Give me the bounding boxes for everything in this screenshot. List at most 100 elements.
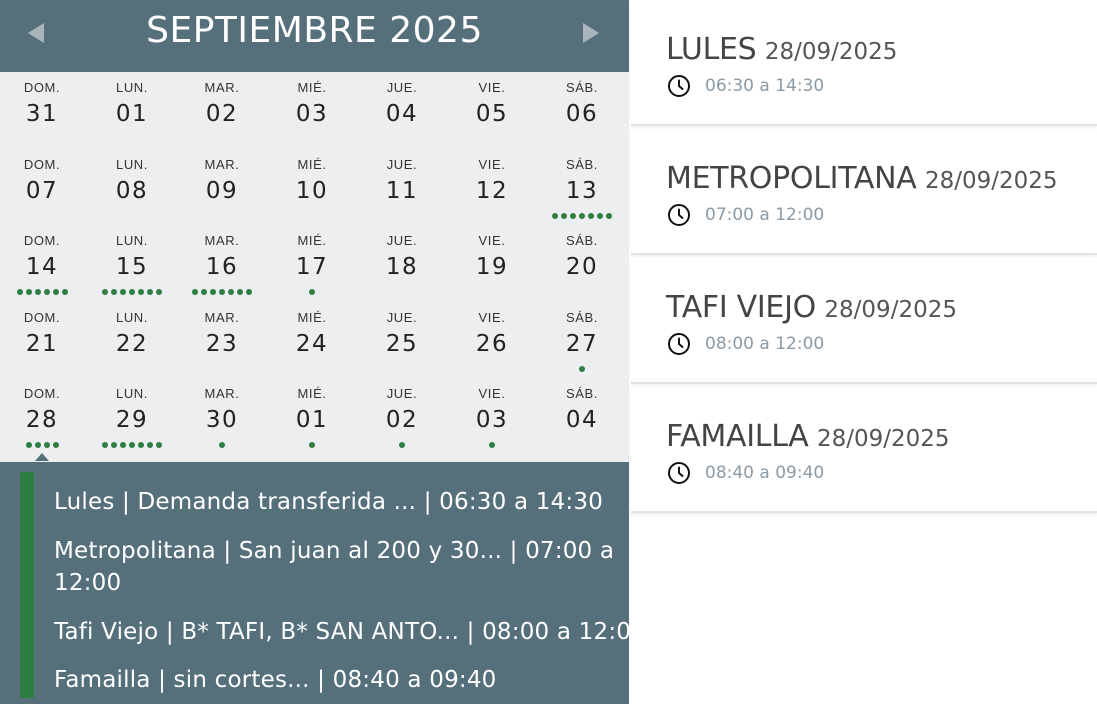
day-cell[interactable]: VIE. 12 (447, 149, 537, 225)
day-number: 24 (295, 331, 329, 357)
card-date: 28/09/2025 (924, 168, 1058, 194)
day-number: 13 (565, 178, 599, 204)
day-cell[interactable]: MIÉ. 10 (267, 149, 357, 225)
day-cell[interactable]: VIE. 05 (447, 72, 537, 148)
event-dot-icon (192, 289, 198, 295)
cards-panel: LULES 28/09/2025 06:30 a 14:30 METROPOLI… (629, 0, 1097, 704)
event-dot-icon (120, 289, 126, 295)
event-item-famailla[interactable]: Famailla | sin cortes... | 08:40 a 09:40 (54, 664, 629, 696)
day-number: 20 (565, 254, 599, 280)
day-of-week-label: MIÉ. (297, 157, 327, 172)
card-name: TAFI VIEJO (666, 290, 816, 325)
day-cell[interactable]: JUE. 11 (357, 149, 447, 225)
day-cell[interactable]: LUN. 22 (87, 302, 177, 378)
event-dot-icon (147, 289, 153, 295)
card-time-text: 08:00 a 12:00 (705, 334, 825, 354)
day-cell[interactable]: SÁB. 04 (537, 378, 627, 454)
day-cell[interactable]: JUE. 25 (357, 302, 447, 378)
day-cell[interactable]: LUN. 29 (87, 378, 177, 454)
day-cell[interactable]: MAR. 30 (177, 378, 267, 454)
day-number: 01 (115, 101, 149, 127)
card-famailla[interactable]: FAMAILLA 28/09/2025 08:40 a 09:40 (631, 387, 1097, 513)
card-tafi-viejo[interactable]: TAFI VIEJO 28/09/2025 08:00 a 12:00 (631, 258, 1097, 384)
day-number: 29 (115, 407, 149, 433)
day-cell[interactable]: MAR. 23 (177, 302, 267, 378)
card-time-text: 07:00 a 12:00 (705, 205, 825, 225)
day-cell[interactable]: LUN. 08 (87, 149, 177, 225)
event-item-metropolitana[interactable]: Metropolitana | San juan al 200 y 30... … (54, 535, 629, 599)
day-cell[interactable]: JUE. 04 (357, 72, 447, 148)
day-number: 21 (25, 331, 59, 357)
day-cell[interactable]: JUE. 18 (357, 225, 447, 301)
day-number: 08 (115, 178, 149, 204)
day-cell[interactable]: MIÉ. 24 (267, 302, 357, 378)
day-of-week-label: SÁB. (565, 157, 599, 172)
card-time: 07:00 a 12:00 (667, 203, 824, 227)
event-text: Tafi Viejo | B* TAFI, B* SAN ANTO... | 0… (54, 619, 646, 645)
day-number: 12 (475, 178, 509, 204)
chevron-right-icon[interactable] (583, 23, 599, 43)
day-cell[interactable]: MAR. 09 (177, 149, 267, 225)
day-cell[interactable]: DOM. 07 (0, 149, 87, 225)
card-date: 28/09/2025 (824, 297, 957, 323)
event-dot-icon (34, 442, 41, 448)
day-number: 02 (385, 407, 419, 433)
event-dot-icon (579, 213, 585, 219)
day-cell[interactable]: SÁB. 27 (537, 302, 627, 378)
day-number: 26 (475, 331, 509, 357)
event-dots (357, 442, 447, 450)
event-dot-icon (138, 289, 144, 295)
day-cell[interactable]: SÁB. 06 (537, 72, 627, 148)
event-dots (537, 366, 627, 374)
event-dot-icon (489, 442, 495, 448)
event-dots (0, 442, 87, 450)
day-cell[interactable]: VIE. 19 (447, 225, 537, 301)
event-text: Famailla | sin cortes... | 08:40 a 09:40 (54, 667, 497, 693)
day-number: 10 (295, 178, 329, 204)
day-cell[interactable]: DOM. 21 (0, 302, 87, 378)
event-dot-icon (219, 442, 225, 448)
day-cell[interactable]: LUN. 15 (87, 225, 177, 301)
day-cell[interactable]: VIE. 26 (447, 302, 537, 378)
event-dots (537, 213, 627, 221)
day-cell[interactable]: JUE. 02 (357, 378, 447, 454)
day-cell[interactable]: DOM. 31 (0, 72, 87, 148)
event-dot-icon (25, 442, 32, 448)
day-cell[interactable]: MIÉ. 03 (267, 72, 357, 148)
card-name: METROPOLITANA (666, 161, 917, 196)
day-cell[interactable]: VIE. 03 (447, 378, 537, 454)
day-cell[interactable]: DOM. 28 (0, 378, 87, 454)
day-cell[interactable]: MIÉ. 01 (267, 378, 357, 454)
card-metropolitana[interactable]: METROPOLITANA 28/09/2025 07:00 a 12:00 (631, 129, 1097, 255)
event-dots (447, 442, 537, 450)
event-dot-icon (25, 289, 32, 295)
event-item-tafi-viejo[interactable]: Tafi Viejo | B* TAFI, B* SAN ANTO... | 0… (54, 616, 654, 648)
day-number: 09 (205, 178, 239, 204)
day-cell[interactable]: SÁB. 20 (537, 225, 627, 301)
day-cell[interactable]: MAR. 02 (177, 72, 267, 148)
card-lules[interactable]: LULES 28/09/2025 06:30 a 14:30 (631, 0, 1097, 126)
day-of-week-label: MIÉ. (297, 233, 327, 248)
event-dot-icon (399, 442, 405, 448)
day-of-week-label: SÁB. (565, 80, 599, 95)
day-of-week-label: DOM. (23, 80, 61, 95)
event-dots (267, 442, 357, 450)
event-dot-icon (210, 289, 216, 295)
day-of-week-label: MIÉ. (297, 386, 327, 401)
event-dots (87, 442, 177, 450)
day-cell[interactable]: SÁB. 13 (537, 149, 627, 225)
event-dot-icon (309, 289, 315, 295)
day-cell[interactable]: DOM. 14 (0, 225, 87, 301)
event-dot-icon (588, 213, 594, 219)
event-item-lules[interactable]: Lules | Demanda transferida ... | 06:30 … (54, 486, 629, 518)
day-of-week-label: MAR. (204, 386, 240, 401)
day-cell[interactable]: MIÉ. 17 (267, 225, 357, 301)
event-dot-icon (43, 289, 50, 295)
day-number: 07 (25, 178, 59, 204)
day-number: 17 (295, 254, 329, 280)
card-time-text: 08:40 a 09:40 (705, 463, 825, 483)
day-of-week-label: DOM. (23, 310, 61, 325)
day-cell[interactable]: MAR. 16 (177, 225, 267, 301)
day-cell[interactable]: LUN. 01 (87, 72, 177, 148)
card-time-text: 06:30 a 14:30 (705, 76, 825, 96)
